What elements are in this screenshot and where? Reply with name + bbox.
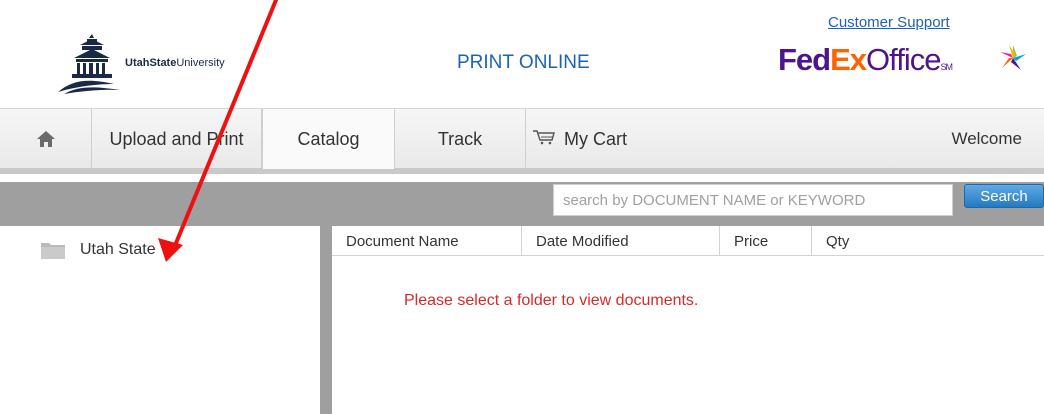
welcome-text: Welcome: [951, 129, 1022, 148]
fedex-star-icon: [1000, 45, 1026, 70]
folder-label: Utah State: [80, 241, 156, 258]
nav-upload-and-print[interactable]: Upload and Print: [92, 109, 262, 169]
usu-logo[interactable]: UtahStateUniversity: [58, 34, 268, 96]
folder-icon: [41, 243, 65, 259]
column-document-name[interactable]: Document Name: [332, 226, 522, 256]
service-mark: SM: [940, 62, 952, 72]
customer-support-link[interactable]: Customer Support: [828, 14, 950, 31]
main-nav: Upload and Print Catalog Track My Cart W…: [0, 108, 1044, 174]
page-title: PRINT ONLINE: [457, 52, 590, 73]
usu-wordmark: UtahStateUniversity: [125, 57, 225, 69]
fedex-office-logo[interactable]: FedExOfficeSM: [778, 42, 1026, 82]
search-bar: Search: [0, 182, 1044, 226]
column-qty[interactable]: Qty: [812, 226, 1044, 256]
nav-track[interactable]: Track: [395, 109, 526, 169]
folder-item-utah-state[interactable]: Utah State: [40, 240, 156, 260]
panel-splitter[interactable]: [320, 226, 332, 414]
folder-panel: Utah State: [0, 226, 320, 414]
column-date-modified[interactable]: Date Modified: [522, 226, 720, 256]
document-list: Document Name Date Modified Price Qty Pl…: [332, 226, 1044, 414]
usu-building-icon: [58, 34, 120, 94]
empty-state-message: Please select a folder to view documents…: [404, 292, 699, 309]
home-icon: [36, 131, 55, 147]
nav-my-cart[interactable]: My Cart: [526, 109, 666, 169]
cart-icon: [532, 129, 556, 150]
header: UtahStateUniversity PRINT ONLINE Custome…: [0, 0, 1044, 108]
search-button[interactable]: Search: [964, 184, 1044, 208]
search-input[interactable]: [553, 184, 953, 216]
nav-home[interactable]: [0, 109, 92, 169]
nav-catalog[interactable]: Catalog: [262, 109, 395, 169]
nav-my-cart-label: My Cart: [564, 128, 627, 149]
table-header: Document Name Date Modified Price Qty: [332, 226, 1044, 256]
column-price[interactable]: Price: [720, 226, 812, 256]
